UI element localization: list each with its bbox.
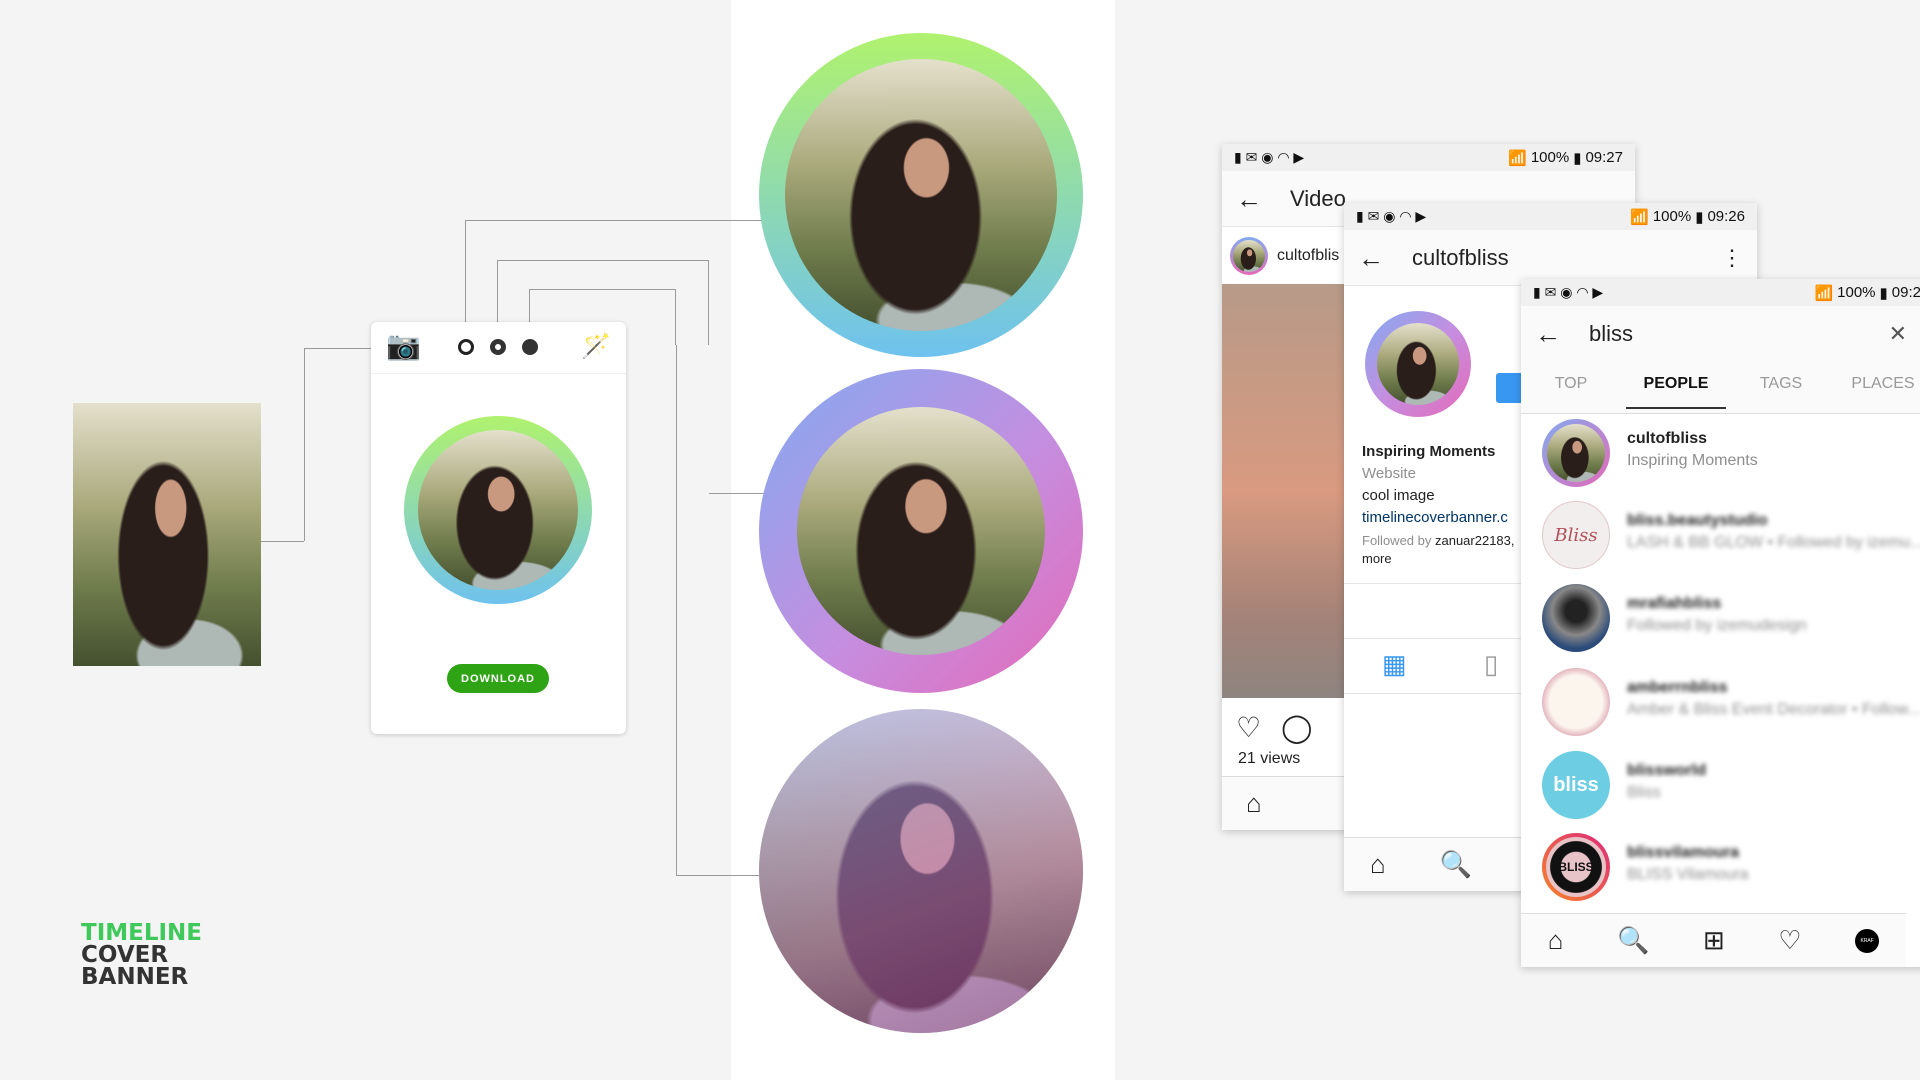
- grid-view-icon[interactable]: ▦: [1382, 649, 1407, 680]
- magic-wand-icon[interactable]: 🪄: [581, 332, 611, 361]
- avatar[interactable]: [1230, 237, 1268, 275]
- screen-title: Video: [1290, 185, 1346, 211]
- frame-result-filled: [759, 709, 1083, 1033]
- profile-category: Website: [1362, 465, 1416, 482]
- home-icon[interactable]: ⌂: [1370, 849, 1386, 880]
- comment-icon[interactable]: ◯: [1281, 711, 1312, 744]
- frame-result-gradient-green: [759, 33, 1083, 357]
- tab-people[interactable]: PEOPLE: [1626, 375, 1726, 409]
- frame-option-thick[interactable]: [490, 339, 506, 355]
- brand-logo: TIMELINE COVER BANNER: [81, 920, 203, 990]
- activity-heart-icon[interactable]: ♡: [1778, 925, 1801, 956]
- username[interactable]: cultofblis: [1277, 247, 1339, 265]
- frame-result-gradient-purple: [759, 369, 1083, 693]
- search-result[interactable]: BLISS blissvilamoura BLISS Vilamoura: [1521, 826, 1920, 908]
- status-bar: ▮ ✉ ◉ ◠ ▶ 📶 100% ▮ 09:2: [1521, 279, 1920, 306]
- search-result[interactable]: amberrnbliss Amber & Bliss Event Decorato…: [1521, 661, 1920, 743]
- connector: [261, 541, 304, 542]
- camera-plus-icon[interactable]: 📷: [386, 330, 421, 362]
- more-options-icon[interactable]: ⋮: [1721, 245, 1743, 271]
- connector: [676, 345, 759, 876]
- home-icon[interactable]: ⌂: [1246, 788, 1262, 819]
- tab-tags[interactable]: TAGS: [1731, 375, 1831, 393]
- logo-line: TIMELINE: [81, 920, 203, 946]
- status-bar: ▮ ✉ ◉ ◠ ▶ 📶 100% ▮ 09:26: [1344, 203, 1757, 230]
- profile-bio: cool image: [1362, 487, 1435, 504]
- avatar-frame-preview: [404, 416, 592, 604]
- bliss-logo-avatar: Bliss: [1542, 501, 1610, 569]
- tab-places[interactable]: PLACES: [1833, 375, 1920, 393]
- profile-name: Inspiring Moments: [1362, 443, 1496, 460]
- back-arrow-icon[interactable]: ←: [1236, 186, 1262, 212]
- back-arrow-icon[interactable]: ←: [1535, 321, 1561, 347]
- editor-toolbar: 📷 🪄: [371, 322, 626, 374]
- search-icon[interactable]: 🔍: [1440, 849, 1472, 880]
- profile-avatar[interactable]: [1365, 311, 1471, 417]
- bliss-vilamoura-avatar: BLISS: [1546, 837, 1606, 897]
- tab-top[interactable]: TOP: [1521, 375, 1621, 393]
- search-input[interactable]: bliss: [1589, 321, 1633, 347]
- clear-search-icon[interactable]: ✕: [1889, 321, 1907, 347]
- blissworld-avatar: bliss: [1542, 751, 1610, 819]
- view-count: 21 views: [1238, 750, 1301, 767]
- search-result[interactable]: mrafiahbliss Followed by izemudesign: [1521, 577, 1920, 659]
- search-icon[interactable]: 🔍: [1617, 925, 1649, 956]
- home-icon[interactable]: ⌂: [1548, 925, 1564, 956]
- search-result[interactable]: Bliss bliss.beautystudio LASH & BB GLOW •…: [1521, 494, 1920, 576]
- frame-option-filled[interactable]: [522, 339, 538, 355]
- back-arrow-icon[interactable]: ←: [1358, 245, 1384, 271]
- profile-avatar-icon[interactable]: KRAF: [1855, 928, 1880, 953]
- download-button[interactable]: DOWNLOAD: [447, 664, 549, 693]
- phone-search-screen: ▮ ✉ ◉ ◠ ▶ 📶 100% ▮ 09:2 ← bliss ✕ TOP PEOPLE T…: [1521, 279, 1920, 967]
- more-link[interactable]: more: [1362, 551, 1392, 566]
- search-result[interactable]: cultofbliss Inspiring Moments: [1521, 412, 1920, 494]
- profile-link[interactable]: timelinecoverbanner.c: [1362, 507, 1515, 529]
- list-view-icon[interactable]: ▯: [1484, 649, 1498, 680]
- logo-line: BANNER: [81, 964, 189, 990]
- search-result[interactable]: bliss blissworld Bliss: [1521, 744, 1920, 826]
- editor-card: 📷 🪄 DOWNLOAD: [371, 322, 626, 734]
- source-photo: [73, 403, 261, 666]
- add-post-icon[interactable]: ⊞: [1703, 925, 1725, 956]
- frame-option-thin[interactable]: [458, 339, 474, 355]
- follower-link[interactable]: zanuar22183,: [1435, 533, 1515, 548]
- logo-line: COVER: [81, 942, 169, 968]
- status-bar: ▮ ✉ ◉ ◠ ▶ 📶 100% ▮ 09:27: [1222, 144, 1635, 171]
- screen-title: cultofbliss: [1412, 244, 1509, 270]
- like-heart-icon[interactable]: ♡: [1236, 711, 1261, 744]
